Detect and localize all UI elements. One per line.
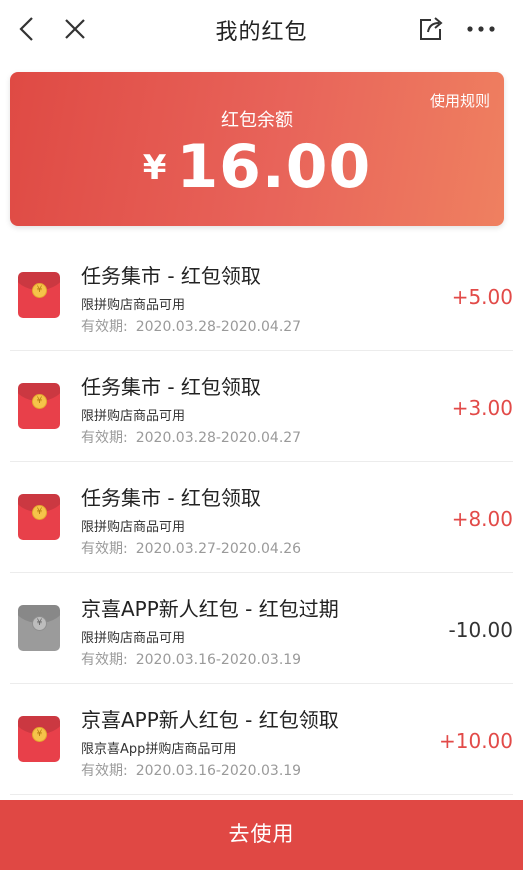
list-item[interactable]: ¥ 京喜APP新人红包 - 红包领取 限京喜App拼购店商品可用 有效期: 202… <box>10 684 513 795</box>
share-icon[interactable] <box>414 12 448 46</box>
red-envelope-icon: ¥ <box>18 716 60 762</box>
item-validity: 有效期: 2020.03.28-2020.04.27 <box>81 430 302 446</box>
item-amount: +5.00 <box>451 285 513 309</box>
item-validity: 有效期: 2020.03.27-2020.04.26 <box>81 541 302 557</box>
item-title: 京喜APP新人红包 - 红包过期 <box>81 597 339 621</box>
item-limit: 限拼购店商品可用 <box>81 409 186 424</box>
use-button[interactable]: 去使用 <box>0 800 523 870</box>
red-envelope-icon: ¥ <box>18 494 60 540</box>
item-title: 京喜APP新人红包 - 红包领取 <box>81 708 339 732</box>
item-title: 任务集市 - 红包领取 <box>81 264 261 288</box>
item-amount: +3.00 <box>451 396 513 420</box>
item-amount: +8.00 <box>451 507 513 531</box>
item-validity: 有效期: 2020.03.28-2020.04.27 <box>81 319 302 335</box>
list-item[interactable]: ¥ 任务集市 - 红包领取 限拼购店商品可用 有效期: 2020.03.28-20… <box>10 351 513 462</box>
list-item[interactable]: ¥ 京喜APP新人红包 - 红包过期 限拼购店商品可用 有效期: 2020.03.… <box>10 573 513 684</box>
top-bar: 我的红包 <box>0 0 523 58</box>
red-envelope-icon: ¥ <box>18 272 60 318</box>
item-title: 任务集市 - 红包领取 <box>81 486 261 510</box>
list-item[interactable]: ¥ 任务集市 - 红包领取 限拼购店商品可用 有效期: 2020.03.27-20… <box>10 462 513 573</box>
list-item[interactable]: ¥ 任务集市 - 红包领取 限拼购店商品可用 有效期: 2020.03.28-20… <box>10 240 513 351</box>
expired-envelope-icon: ¥ <box>18 605 60 651</box>
balance-value: 16.00 <box>176 132 372 202</box>
item-validity: 有效期: 2020.03.16-2020.03.19 <box>81 652 302 668</box>
balance-card: 使用规则 红包余额 ¥16.00 <box>10 72 504 226</box>
balance-amount: ¥16.00 <box>10 132 504 202</box>
item-title: 任务集市 - 红包领取 <box>81 375 261 399</box>
currency-symbol: ¥ <box>142 148 167 188</box>
item-limit: 限京喜App拼购店商品可用 <box>81 742 237 757</box>
item-limit: 限拼购店商品可用 <box>81 520 186 535</box>
item-amount: -10.00 <box>448 618 513 642</box>
balance-label: 红包余额 <box>221 110 293 131</box>
item-limit: 限拼购店商品可用 <box>81 298 186 313</box>
item-limit: 限拼购店商品可用 <box>81 631 186 646</box>
more-icon[interactable] <box>464 12 498 46</box>
red-envelope-icon: ¥ <box>18 383 60 429</box>
item-validity: 有效期: 2020.03.16-2020.03.19 <box>81 763 302 779</box>
red-packet-list: ¥ 任务集市 - 红包领取 限拼购店商品可用 有效期: 2020.03.28-20… <box>0 240 523 795</box>
item-amount: +10.00 <box>438 729 513 753</box>
